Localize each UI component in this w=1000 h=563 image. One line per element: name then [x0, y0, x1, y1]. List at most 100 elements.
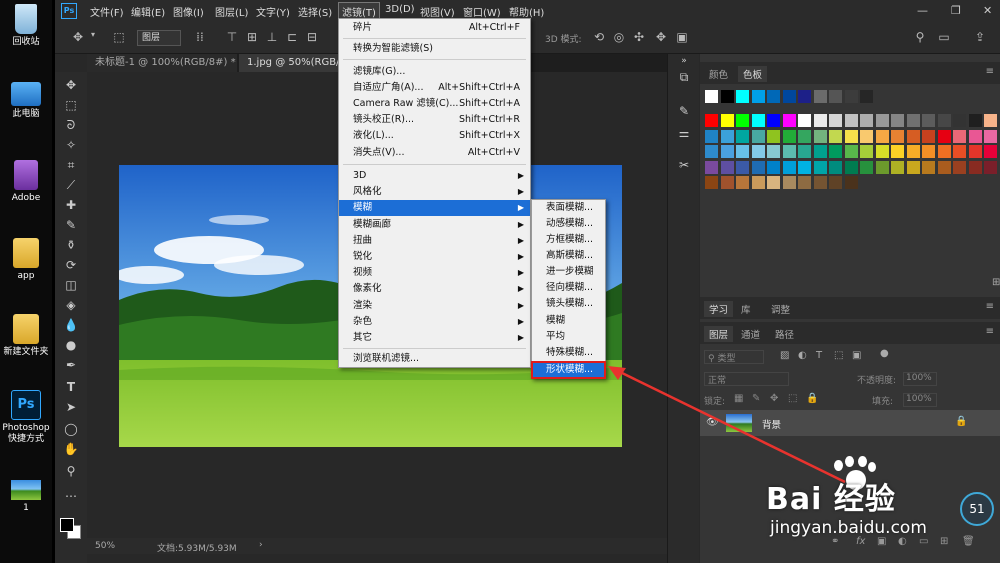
blend-mode-dropdown[interactable]: 正常 [704, 372, 789, 386]
color-swatch[interactable] [953, 145, 966, 158]
tab-channels[interactable]: 通道 [736, 326, 765, 342]
color-swatch[interactable] [968, 129, 982, 143]
fill-input[interactable]: 100% [903, 393, 937, 407]
color-swatch[interactable] [798, 160, 811, 174]
filter-type-icon[interactable]: T [816, 350, 822, 361]
filter-smart-object-icon[interactable]: ▣ [852, 350, 861, 361]
tab-paths[interactable]: 路径 [770, 326, 799, 342]
color-swatch[interactable] [844, 160, 858, 174]
color-swatch[interactable] [782, 114, 796, 127]
tab-layers[interactable]: 图层 [704, 326, 734, 342]
color-swatch[interactable] [720, 129, 734, 143]
eraser-tool-icon[interactable]: ◫ [61, 276, 81, 294]
menu-item-fragment[interactable]: 碎片 Alt+Ctrl+F [339, 20, 530, 36]
color-swatch[interactable] [798, 176, 811, 189]
menu-item-video[interactable]: 视频 ▶ [339, 265, 530, 281]
lasso-tool-icon[interactable]: ᘐ [61, 116, 81, 134]
color-swatch[interactable] [953, 129, 966, 143]
submenu-item-lens-blur[interactable]: 镜头模糊... [532, 296, 605, 312]
align-bottom-icon[interactable]: ⊥ [265, 30, 279, 46]
color-swatch[interactable] [953, 114, 966, 127]
color-swatch[interactable] [751, 145, 765, 158]
3d-pan-icon[interactable]: ✣ [632, 30, 646, 46]
crop-tool-icon[interactable]: ⌗ [61, 156, 81, 174]
submenu-item-motion-blur[interactable]: 动感模糊... [532, 216, 605, 232]
auto-select-dropdown[interactable]: 图层 [137, 30, 181, 46]
color-swatch[interactable] [767, 90, 780, 103]
menu-item-browse-online-filters[interactable]: 浏览联机滤镜... [339, 351, 530, 367]
desktop-icon-new-folder[interactable]: 新建文件夹 [0, 314, 52, 358]
menu-select[interactable]: 选择(S) [298, 4, 332, 19]
move-tool-icon[interactable]: ✥ [61, 76, 81, 94]
submenu-item-box-blur[interactable]: 方框模糊... [532, 232, 605, 248]
close-icon[interactable]: ✕ [983, 4, 992, 17]
color-swatch[interactable] [798, 129, 811, 143]
transform-controls-icon[interactable]: ⁞⁞ [193, 30, 207, 46]
color-swatch[interactable] [798, 114, 811, 127]
menu-item-sharpen[interactable]: 锐化 ▶ [339, 249, 530, 265]
color-swatch[interactable] [937, 129, 951, 143]
color-swatch[interactable] [829, 176, 842, 189]
tab-adjustments[interactable]: 调整 [766, 301, 795, 317]
tools-panel-icon[interactable]: ✂ [676, 158, 692, 174]
submenu-item-radial-blur[interactable]: 径向模糊... [532, 280, 605, 296]
hand-tool-icon[interactable]: ✋ [61, 440, 81, 458]
eyedropper-tool-icon[interactable]: ⟋ [61, 176, 81, 194]
color-swatch[interactable] [813, 90, 827, 103]
color-swatch[interactable] [798, 90, 811, 103]
color-swatch[interactable] [937, 114, 951, 127]
color-swatch[interactable] [844, 129, 858, 143]
desktop-icon-this-pc[interactable]: 此电脑 [0, 82, 52, 120]
menu-item-camera-raw[interactable]: Camera Raw 滤镜(C)... Shift+Ctrl+A [339, 96, 530, 112]
color-swatch[interactable] [906, 145, 920, 158]
color-swatch[interactable] [953, 160, 966, 174]
color-swatch[interactable] [891, 145, 904, 158]
align-top-icon[interactable]: ⊤ [225, 30, 239, 46]
menu-item-blur-gallery[interactable]: 模糊画廊 ▶ [339, 217, 530, 233]
blur-tool-icon[interactable]: 💧 [61, 316, 81, 334]
filter-adjustment-icon[interactable]: ◐ [798, 350, 807, 361]
color-swatch[interactable] [813, 160, 827, 174]
color-swatch[interactable] [875, 145, 889, 158]
brush-panel-icon[interactable]: ✎ [676, 104, 692, 120]
pen-tool-icon[interactable]: ✒ [61, 356, 81, 374]
brush-tool-icon[interactable]: ✎ [61, 216, 81, 234]
filter-toggle-icon[interactable]: ● [880, 348, 889, 359]
healing-brush-tool-icon[interactable]: ✚ [61, 196, 81, 214]
menu-help[interactable]: 帮助(H) [509, 4, 544, 19]
tab-color[interactable]: 颜色 [704, 66, 733, 82]
color-swatch[interactable] [705, 129, 718, 143]
color-swatch[interactable] [782, 176, 796, 189]
color-swatch[interactable] [829, 160, 842, 174]
filter-shape-icon[interactable]: ⬚ [834, 350, 843, 361]
color-swatch[interactable] [844, 90, 858, 103]
color-swatch[interactable] [937, 145, 951, 158]
menu-item-distort[interactable]: 扭曲 ▶ [339, 233, 530, 249]
menu-item-blur[interactable]: 模糊 ▶ [339, 200, 530, 216]
3d-panel-icon[interactable]: ⧉ [676, 70, 692, 86]
color-swatch[interactable] [705, 114, 718, 127]
menu-window[interactable]: 窗口(W) [463, 4, 501, 19]
color-swatch[interactable] [736, 114, 749, 127]
color-swatch[interactable] [813, 145, 827, 158]
submenu-item-shape-blur[interactable]: 形状模糊... [531, 361, 606, 379]
align-left-icon[interactable]: ⊏ [285, 30, 299, 46]
tab-learn[interactable]: 学习 [704, 301, 734, 317]
menu-item-lens-correction[interactable]: 镜头校正(R)... Shift+Ctrl+R [339, 112, 530, 128]
color-swatch[interactable] [782, 160, 796, 174]
color-swatch[interactable] [875, 114, 889, 127]
color-swatch[interactable] [968, 145, 982, 158]
panel-menu-icon[interactable]: ≡ [986, 66, 994, 77]
tab-untitled-1[interactable]: 未标题-1 @ 100%(RGB/8#) * × [87, 54, 247, 72]
menu-item-render[interactable]: 渲染 ▶ [339, 298, 530, 314]
lock-artboard-icon[interactable]: ⬚ [788, 393, 797, 404]
menu-3d[interactable]: 3D(D) [385, 4, 415, 15]
color-swatch[interactable] [968, 160, 982, 174]
menu-item-liquify[interactable]: 液化(L)... Shift+Ctrl+X [339, 128, 530, 144]
filter-pixel-icon[interactable]: ▨ [780, 350, 789, 361]
minimize-icon[interactable]: — [917, 4, 928, 17]
zoom-tool-icon[interactable]: ⚲ [61, 462, 81, 480]
color-swatch[interactable] [860, 145, 873, 158]
color-swatch[interactable] [984, 145, 997, 158]
ellipse-tool-icon[interactable]: ◯ [61, 420, 81, 438]
